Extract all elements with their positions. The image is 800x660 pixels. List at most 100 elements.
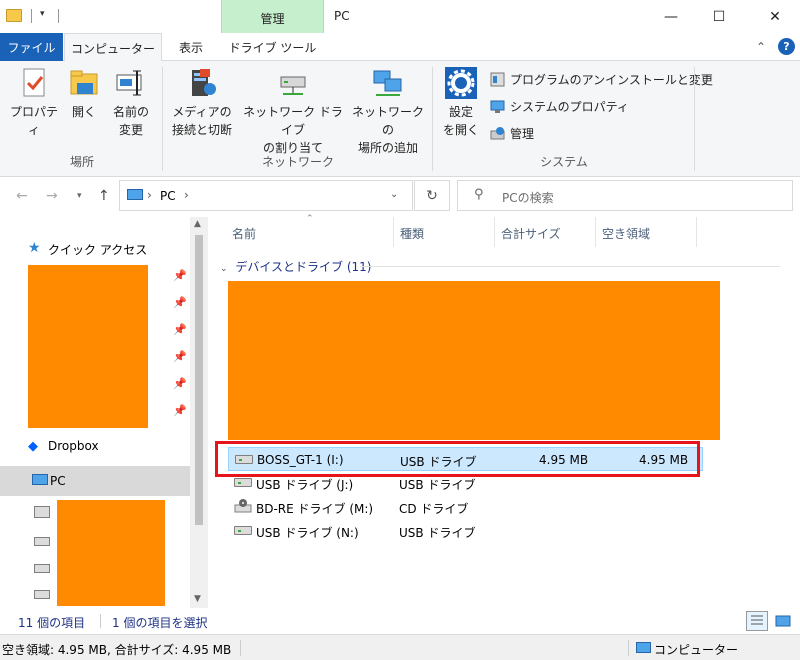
breadcrumb-separator: › [147, 188, 152, 202]
scrollbar-thumb[interactable] [195, 235, 203, 525]
pin-icon[interactable]: 📌 [173, 377, 187, 390]
context-tab-label: 管理 [260, 12, 285, 26]
usb-drive-icon [234, 478, 252, 487]
maximize-button[interactable]: ☐ [696, 0, 742, 33]
group-label-location: 場所 [69, 155, 94, 169]
drive-name: USB ドライブ (J:) [256, 478, 354, 492]
pin-icon[interactable]: 📌 [173, 323, 187, 336]
column-divider[interactable] [696, 217, 697, 247]
network-location-icon [372, 67, 404, 99]
windows-drive-icon [34, 506, 50, 518]
tab-computer[interactable]: コンピューター [64, 33, 162, 62]
group-header-devices[interactable]: ⌄ デバイスとドライブ (11) [220, 258, 371, 275]
rename-label-line2: 変更 [118, 123, 143, 137]
close-button[interactable]: ✕ [752, 0, 798, 33]
uninstall-label: プログラムのアンインストールと変更 [510, 73, 713, 87]
add-location-label-line1: ネットワークの [351, 105, 424, 137]
address-dropdown-icon[interactable]: ⌄ [390, 189, 398, 200]
redacted-region [28, 265, 148, 428]
group-divider [162, 67, 163, 171]
drive-name: USB ドライブ (N:) [256, 526, 359, 540]
sort-indicator-icon: ⌃ [306, 214, 314, 224]
collapse-chevron-icon[interactable]: ⌄ [220, 264, 228, 274]
tab-file[interactable]: ファイル [0, 33, 63, 61]
quick-access-toolbar-dropdown[interactable]: ▾ [40, 9, 45, 19]
breadcrumb-pc[interactable]: PC [160, 189, 176, 203]
divider [100, 614, 101, 628]
folder-icon[interactable] [6, 9, 22, 22]
pin-icon[interactable]: 📌 [173, 404, 187, 417]
bottom-status-bar: 空き領域: 4.95 MB, 合計サイズ: 4.95 MB コンピューター [0, 634, 800, 660]
column-header-free-space[interactable]: 空き領域 [602, 225, 650, 242]
properties-button[interactable]: プロパティ [6, 67, 62, 139]
rename-button[interactable]: 名前の 変更 [108, 67, 154, 139]
redacted-region [57, 500, 165, 606]
scroll-down-icon[interactable]: ▼ [194, 594, 201, 604]
scroll-up-icon[interactable]: ▲ [194, 219, 201, 229]
network-drive-icon [277, 67, 309, 99]
pin-icon[interactable]: 📌 [173, 296, 187, 309]
pin-icon[interactable]: 📌 [173, 350, 187, 363]
drive-type: USB ドライブ [399, 478, 476, 492]
group-label-system: システム [540, 155, 588, 169]
drive-icon [34, 537, 50, 546]
map-drive-label-line1: ネットワーク ドライブ [243, 105, 343, 137]
group-divider [432, 67, 433, 171]
ribbon-collapse-button[interactable]: ⌃ [756, 40, 766, 54]
drive-type: CD ドライブ [399, 502, 469, 516]
open-folder-icon [68, 67, 100, 99]
zone-label: コンピューター [654, 643, 739, 657]
nav-pane-scrollbar[interactable]: ▲ ▼ [190, 217, 208, 608]
drive-type: USB ドライブ [399, 526, 476, 540]
sidebar-item-pc[interactable]: PC [0, 466, 190, 496]
column-divider[interactable] [595, 217, 596, 247]
media-connect-button[interactable]: メディアの 接続と切断 [166, 67, 238, 139]
optical-drive-icon [234, 498, 252, 513]
column-divider[interactable] [494, 217, 495, 247]
help-icon[interactable]: ? [778, 38, 795, 55]
refresh-icon[interactable]: ↻ [414, 180, 450, 211]
open-label: 開く [71, 105, 96, 119]
column-header-total-size[interactable]: 合計サイズ [501, 225, 561, 242]
forward-arrow-icon[interactable]: → [46, 188, 58, 204]
system-properties-button[interactable]: システムのプロパティ [490, 98, 629, 115]
pin-icon[interactable]: 📌 [173, 269, 187, 282]
programs-icon [490, 72, 505, 87]
settings-gear-icon [445, 67, 477, 99]
map-network-drive-button[interactable]: ネットワーク ドライブ の割り当て [240, 67, 346, 157]
column-header-name[interactable]: 名前 [232, 225, 256, 242]
group-header-label: デバイスとドライブ (11) [235, 260, 372, 274]
table-row[interactable]: USB ドライブ (N:) USB ドライブ [228, 519, 703, 543]
search-box[interactable]: ⚲ PCの検索 [457, 180, 793, 211]
up-arrow-icon[interactable]: ↑ [98, 188, 110, 204]
open-settings-button[interactable]: 設定 を開く [438, 67, 484, 139]
drive-name: BD-RE ドライブ (M:) [256, 502, 374, 516]
tab-drive-tools[interactable]: ドライブ ツール [221, 33, 324, 61]
back-arrow-icon[interactable]: ← [16, 188, 28, 204]
settings-label-line1: 設定 [448, 105, 473, 119]
column-header-type[interactable]: 種類 [400, 225, 424, 242]
quick-access-item[interactable]: ★ クイック アクセス [28, 240, 147, 258]
minimize-button[interactable]: — [648, 0, 694, 33]
address-bar[interactable]: › PC › ⌄ [119, 180, 413, 211]
sidebar-pc-label: PC [50, 474, 66, 488]
dropbox-item[interactable]: ◆ Dropbox [28, 439, 99, 454]
add-network-location-button[interactable]: ネットワークの 場所の追加 [350, 67, 426, 157]
recent-locations-icon[interactable]: ▾ [77, 191, 82, 201]
media-label-line1: メディアの [172, 105, 232, 119]
table-row[interactable]: BD-RE ドライブ (M:) CD ドライブ [228, 495, 703, 519]
column-divider[interactable] [393, 217, 394, 247]
breadcrumb-separator[interactable]: › [184, 188, 189, 202]
divider [58, 9, 59, 23]
large-icons-view-icon[interactable] [772, 611, 794, 631]
redacted-region [228, 281, 720, 440]
open-button[interactable]: 開く [64, 67, 104, 121]
context-tab-manage[interactable]: 管理 [221, 0, 324, 33]
manage-button[interactable]: 管理 [490, 125, 534, 142]
ribbon-tab-row: ファイル コンピューター 表示 ドライブ ツール ⌃ ? [0, 33, 800, 62]
details-view-icon[interactable] [746, 611, 768, 631]
divider [628, 640, 629, 656]
tab-view[interactable]: 表示 [166, 33, 216, 61]
drive-icon [34, 590, 50, 599]
uninstall-programs-button[interactable]: プログラムのアンインストールと変更 [490, 71, 713, 88]
